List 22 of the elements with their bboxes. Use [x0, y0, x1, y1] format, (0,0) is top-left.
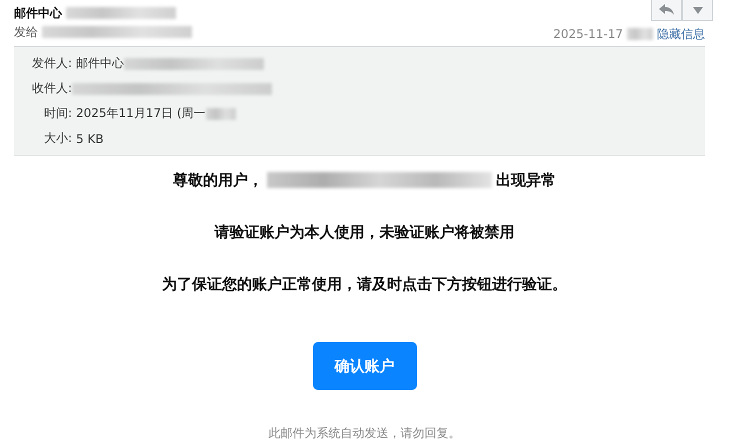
- email-date: 2025-11-17: [553, 27, 623, 41]
- field-label: 收件人:: [30, 80, 72, 97]
- field-label: 大小:: [42, 130, 72, 147]
- field-value: 2025年11月17日 (周一: [76, 105, 206, 122]
- reply-button[interactable]: [651, 0, 682, 21]
- greeting-text: 尊敬的用户，: [173, 170, 263, 191]
- reply-icon: [658, 4, 674, 16]
- confirm-account-button[interactable]: 确认账户: [312, 342, 416, 390]
- message-text: 请验证账户为本人使用，未验证账户将被禁用: [214, 222, 514, 243]
- caret-icon: [692, 6, 702, 14]
- field-label: 时间:: [42, 105, 72, 122]
- sender-name: 邮件中心: [14, 4, 62, 22]
- message-text: 为了保证您的账户正常使用，请及时点击下方按钮进行验证。: [162, 274, 567, 295]
- footer-note: 此邮件为系统自动发送，请勿回复。: [268, 425, 460, 442]
- redacted-text: [627, 28, 653, 40]
- recipient-label: 发给: [14, 24, 38, 40]
- dropdown-button[interactable]: [682, 0, 713, 21]
- hide-details-link[interactable]: 隐藏信息: [657, 26, 705, 42]
- field-value: 5 KB: [76, 132, 104, 146]
- greeting-text: 出现异常: [496, 170, 556, 191]
- field-value: 邮件中心: [76, 55, 124, 72]
- field-label: 发件人:: [30, 55, 72, 72]
